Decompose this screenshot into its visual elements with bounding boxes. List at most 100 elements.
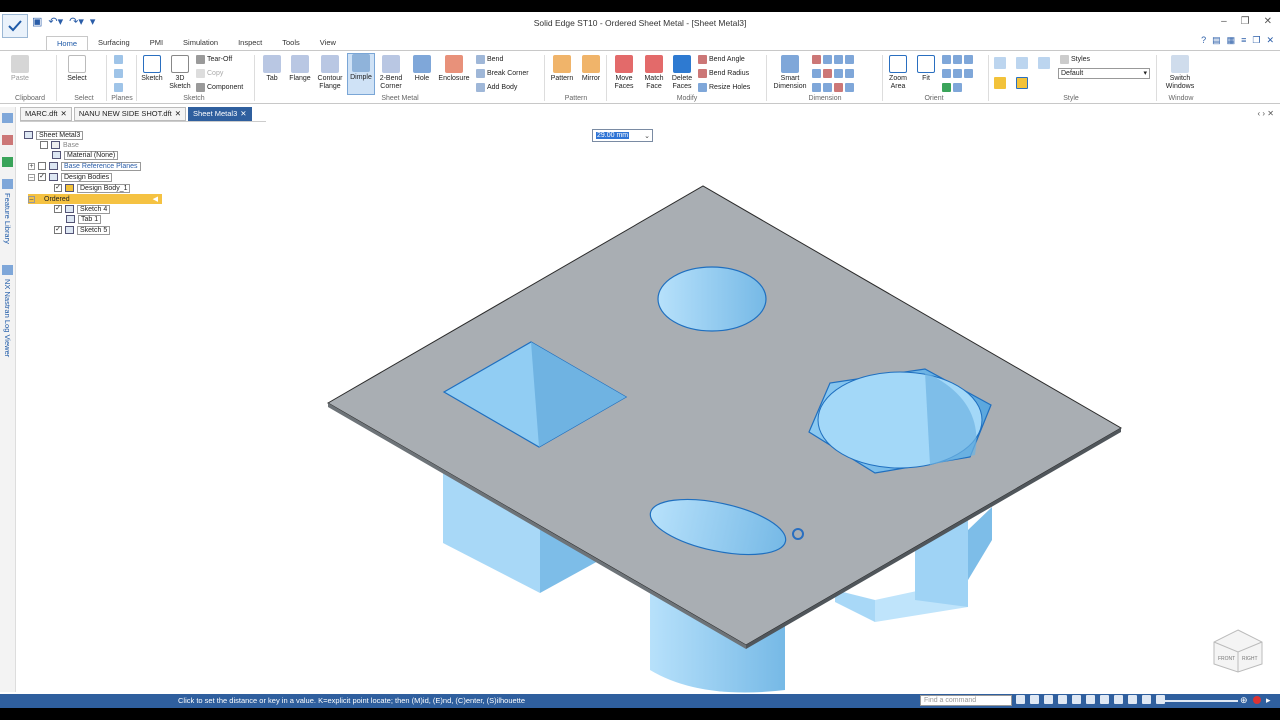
smart-dimension-button[interactable]: Smart Dimension	[770, 55, 810, 91]
tab-pmi[interactable]: PMI	[140, 36, 173, 50]
checkbox[interactable]: ✓	[54, 205, 62, 213]
tree-item-sketch-4[interactable]: ✓ Sketch 4	[54, 204, 111, 214]
delete-faces-button[interactable]: Delete Faces	[668, 55, 696, 91]
enclosure-button[interactable]: Enclosure	[436, 55, 472, 83]
nastran-log-viewer-tab[interactable]: NX Nastran Log Viewer	[3, 279, 12, 357]
resize-holes-button[interactable]: Resize Holes	[698, 83, 750, 92]
add-body-button[interactable]: Add Body	[476, 83, 517, 92]
mirror-button[interactable]: Mirror	[578, 55, 604, 83]
tab-button[interactable]: Tab	[260, 55, 284, 83]
close-icon[interactable]: ✕	[240, 108, 246, 120]
doc-tab-sheet-metal3[interactable]: Sheet Metal3 ✕	[188, 107, 252, 121]
move-faces-button[interactable]: Move Faces	[610, 55, 638, 91]
expand-icon[interactable]: +	[28, 162, 35, 170]
tab-inspect[interactable]: Inspect	[228, 36, 272, 50]
contour-flange-button[interactable]: Contour Flange	[314, 55, 346, 91]
tree-item-base[interactable]: Base	[40, 140, 79, 150]
pattern-button[interactable]: Pattern	[548, 55, 576, 83]
plane-icon[interactable]	[114, 55, 123, 64]
close-icon[interactable]: ✕	[61, 108, 67, 120]
help-icon[interactable]: ?	[1201, 35, 1206, 46]
views-icon[interactable]	[1086, 695, 1095, 704]
feature-library-tab[interactable]: Feature Library	[3, 193, 12, 244]
checkbox[interactable]	[40, 141, 48, 149]
restore-doc-icon[interactable]: ❐	[1252, 35, 1260, 46]
sketch-button[interactable]: Sketch	[140, 55, 164, 83]
tear-off-button[interactable]: Tear-Off	[196, 55, 232, 64]
tree-item-material[interactable]: Material (None)	[52, 150, 119, 160]
dimension-input-value[interactable]: 29.00 mm	[596, 132, 630, 139]
view-tools-icon[interactable]	[942, 83, 962, 92]
two-bend-corner-button[interactable]: 2-Bend Corner	[376, 55, 406, 91]
view-style-icons[interactable]	[994, 57, 1050, 69]
close-icon[interactable]: ✕	[175, 108, 181, 120]
view-tools-icon[interactable]	[942, 69, 973, 78]
dimension-input[interactable]: 29.00 mm ⌄	[592, 129, 653, 142]
shading-icon[interactable]	[1114, 695, 1123, 704]
tree-root[interactable]: Sheet Metal3	[24, 130, 84, 140]
dimple-button[interactable]: Dimple	[347, 53, 375, 95]
chevron-down-icon[interactable]: ⌄	[644, 132, 650, 140]
component-button[interactable]: Component	[196, 83, 243, 92]
tree-item-ordered[interactable]: – Ordered ◀	[28, 194, 162, 204]
collapse-icon[interactable]: –	[28, 195, 35, 203]
fit-button[interactable]: Fit	[914, 55, 938, 83]
display-icon[interactable]	[1128, 695, 1137, 704]
switch-windows-button[interactable]: Switch Windows	[1160, 55, 1200, 91]
tree-item-tab-1[interactable]: Tab 1	[66, 214, 102, 224]
reset-icon[interactable]	[1142, 695, 1151, 704]
log-viewer-icon[interactable]	[2, 265, 13, 275]
bend-radius-button[interactable]: Bend Radius	[698, 69, 749, 78]
break-corner-button[interactable]: Break Corner	[476, 69, 529, 78]
view-tools-icon[interactable]	[942, 55, 973, 64]
tab-home[interactable]: Home	[46, 36, 89, 50]
styles-button[interactable]: Styles	[1060, 55, 1090, 64]
pathfinder-icon[interactable]	[2, 113, 13, 123]
tree-item-design-bodies[interactable]: – ✓ Design Bodies	[28, 172, 113, 182]
fit-icon[interactable]	[1044, 695, 1053, 704]
sketch-3d-button[interactable]: 3D Sketch	[168, 55, 192, 91]
zoom-icon[interactable]	[1030, 695, 1039, 704]
tree-item-design-body-1[interactable]: ✓ Design Body_1	[54, 183, 131, 193]
plane-normal-icon[interactable]	[114, 69, 123, 78]
bend-angle-button[interactable]: Bend Angle	[698, 55, 745, 64]
tree-item-base-reference-planes[interactable]: + Base Reference Planes	[28, 161, 141, 171]
layers-icon[interactable]	[2, 135, 13, 145]
circle-cutout[interactable]	[657, 266, 767, 332]
dimension-tools-icon[interactable]	[812, 83, 854, 92]
dimension-tools-icon[interactable]	[812, 55, 854, 64]
tile-icon[interactable]: ▦	[1227, 35, 1236, 46]
checkbox[interactable]: ✓	[38, 173, 46, 181]
menu-icon[interactable]: ≡	[1241, 35, 1246, 46]
sheet-plate[interactable]	[327, 185, 1122, 649]
tab-view[interactable]: View	[310, 36, 346, 50]
axis-icon[interactable]	[114, 83, 123, 92]
sketch-view-icon[interactable]	[1100, 695, 1109, 704]
dimension-tools-icon[interactable]	[812, 69, 854, 78]
find-command-input[interactable]: Find a command	[920, 695, 1012, 706]
record-icon[interactable]	[1253, 696, 1261, 704]
family-icon[interactable]	[2, 157, 13, 167]
zoom-slider[interactable]	[1160, 700, 1238, 702]
zoom-area-button[interactable]: Zoom Area	[886, 55, 910, 91]
style-select[interactable]: Default ▾	[1058, 68, 1150, 79]
flange-button[interactable]: Flange	[286, 55, 314, 83]
bend-button[interactable]: Bend	[476, 55, 503, 64]
match-face-button[interactable]: Match Face	[640, 55, 668, 91]
doc-tab-nanu[interactable]: NANU NEW SIDE SHOT.dft ✕	[73, 107, 187, 121]
tab-scroll-icons[interactable]: ‹ › ✕	[1258, 109, 1274, 118]
hole-button[interactable]: Hole	[410, 55, 434, 83]
tab-surfacing[interactable]: Surfacing	[88, 36, 140, 50]
close-doc-icon[interactable]: ✕	[1266, 35, 1274, 46]
zoom-in-icon[interactable]: ⊕	[1240, 695, 1248, 706]
tab-simulation[interactable]: Simulation	[173, 36, 228, 50]
checkbox[interactable]: ✓	[54, 184, 62, 192]
checkbox[interactable]	[38, 162, 46, 170]
select-button[interactable]: Select	[64, 55, 90, 83]
paste-button[interactable]: Paste	[8, 55, 32, 83]
pan-icon[interactable]	[1058, 695, 1067, 704]
tree-item-sketch-5[interactable]: ✓ Sketch 5	[54, 225, 111, 235]
restore-icon[interactable]: ❐	[1241, 16, 1250, 27]
rotate-icon[interactable]	[1072, 695, 1081, 704]
rollback-arrow-icon[interactable]: ◀	[153, 195, 158, 203]
